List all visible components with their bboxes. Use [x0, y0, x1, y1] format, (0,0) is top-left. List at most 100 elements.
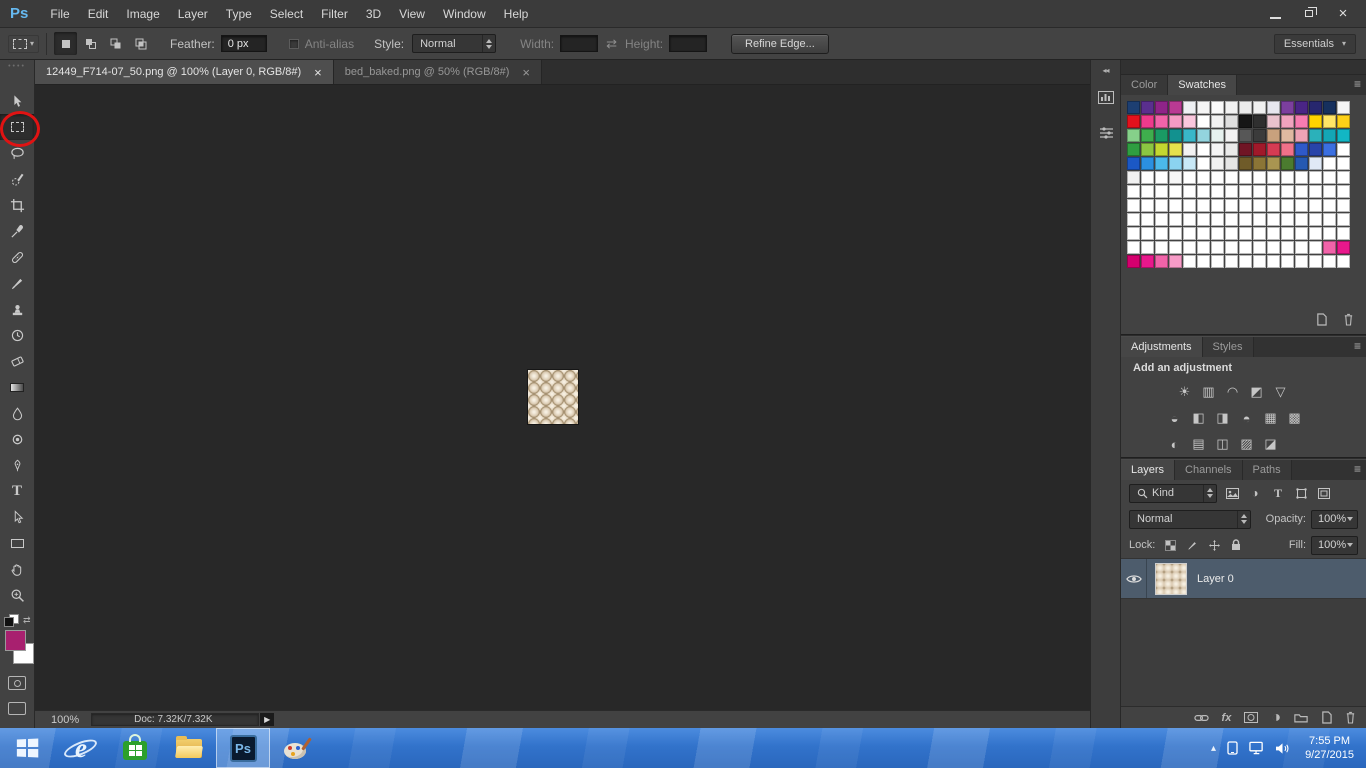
swap-width-height-icon[interactable]: ⇄ [606, 36, 617, 52]
color-swatch[interactable] [1323, 255, 1336, 268]
subtract-from-selection-button[interactable] [104, 32, 127, 55]
color-swatch[interactable] [1281, 227, 1294, 240]
color-swatch[interactable] [1225, 129, 1238, 142]
layers-tab-layers[interactable]: Layers [1121, 460, 1176, 480]
color-swatch[interactable] [1267, 101, 1280, 114]
height-input[interactable] [669, 35, 708, 52]
color-swatch[interactable] [1295, 143, 1308, 156]
color-swatch[interactable] [1225, 227, 1238, 240]
color-swatch[interactable] [1183, 255, 1196, 268]
color-swatch[interactable] [1281, 101, 1294, 114]
lasso-tool[interactable] [0, 140, 34, 166]
feather-input[interactable]: 0 px [220, 35, 267, 52]
color-swatch[interactable] [1183, 129, 1196, 142]
color-swatch[interactable] [1281, 185, 1294, 198]
color-swatch[interactable] [1253, 241, 1266, 254]
color-swatch[interactable] [1337, 115, 1350, 128]
color-swatch[interactable] [1295, 171, 1308, 184]
color-swatch[interactable] [1197, 129, 1210, 142]
color-swatch[interactable] [1281, 115, 1294, 128]
color-swatch[interactable] [1183, 213, 1196, 226]
color-swatch[interactable] [1211, 241, 1224, 254]
lock-all-icon[interactable] [1229, 539, 1243, 551]
network-icon[interactable] [1249, 741, 1264, 755]
gradient-map-icon[interactable]: ◪ [1261, 436, 1280, 453]
menu-select[interactable]: Select [261, 0, 312, 27]
menu-type[interactable]: Type [217, 0, 261, 27]
color-swatch[interactable] [1211, 115, 1224, 128]
spot-healing-brush-tool[interactable] [0, 244, 34, 270]
curves-icon[interactable]: ◠ [1223, 384, 1242, 401]
color-swatch[interactable] [1309, 171, 1322, 184]
color-swatch[interactable] [1169, 101, 1182, 114]
color-swatch[interactable] [1309, 157, 1322, 170]
zoom-tool[interactable] [0, 582, 34, 608]
color-swatch[interactable] [1141, 157, 1154, 170]
device-icon[interactable] [1227, 741, 1238, 755]
new-layer-icon[interactable] [1321, 711, 1332, 724]
color-swatch[interactable] [1225, 213, 1238, 226]
color-swatch[interactable] [1253, 199, 1266, 212]
color-swatch[interactable] [1211, 143, 1224, 156]
link-layers-icon[interactable] [1193, 713, 1209, 723]
color-swatch[interactable] [1239, 115, 1252, 128]
tab-close-icon[interactable]: × [314, 65, 322, 80]
color-swatch[interactable] [1141, 255, 1154, 268]
color-swatch[interactable] [1337, 241, 1350, 254]
color-swatch[interactable] [1127, 199, 1140, 212]
foreground-color-swatch[interactable] [5, 630, 26, 651]
layer-thumbnail[interactable] [1155, 562, 1187, 595]
delete-swatch-button[interactable] [1343, 313, 1354, 326]
color-swatch[interactable] [1239, 101, 1252, 114]
color-swatch[interactable] [1281, 129, 1294, 142]
crop-tool[interactable] [0, 192, 34, 218]
color-swatch[interactable] [1253, 171, 1266, 184]
color-swatch[interactable] [1239, 171, 1252, 184]
color-swatch[interactable] [1155, 227, 1168, 240]
color-swatch[interactable] [1253, 227, 1266, 240]
rectangular-marquee-tool[interactable] [0, 114, 34, 140]
color-swatch[interactable] [1197, 157, 1210, 170]
opacity-input[interactable]: 100% [1311, 509, 1358, 529]
color-swatch[interactable] [1169, 213, 1182, 226]
color-swatch[interactable] [1127, 213, 1140, 226]
lock-image-pixels-icon[interactable] [1185, 540, 1199, 551]
color-swatch[interactable] [1127, 241, 1140, 254]
color-swatch[interactable] [1323, 185, 1336, 198]
color-swatch[interactable] [1211, 129, 1224, 142]
photoshop[interactable]: Ps [216, 728, 270, 768]
color-swatch[interactable] [1253, 129, 1266, 142]
color-swatch[interactable] [1337, 227, 1350, 240]
color-swatch[interactable] [1253, 185, 1266, 198]
color-swatch[interactable] [1155, 157, 1168, 170]
color-swatch[interactable] [1281, 213, 1294, 226]
brightness-contrast-icon[interactable]: ☀ [1175, 384, 1194, 401]
layer-effects-icon[interactable]: fx [1222, 712, 1232, 724]
color-swatch[interactable] [1127, 185, 1140, 198]
color-swatch[interactable] [1281, 157, 1294, 170]
lock-transparent-pixels-icon[interactable] [1163, 539, 1177, 551]
color-swatch[interactable] [1309, 241, 1322, 254]
color-swatch[interactable] [1141, 101, 1154, 114]
menu-edit[interactable]: Edit [79, 0, 118, 27]
default-colors-icon[interactable] [4, 614, 19, 627]
quick-selection-tool[interactable] [0, 166, 34, 192]
color-swatch[interactable] [1281, 143, 1294, 156]
restore-button[interactable] [1302, 7, 1317, 21]
photo-filter-icon[interactable]: ◓ [1237, 410, 1256, 427]
menu-help[interactable]: Help [495, 0, 538, 27]
color-swatch[interactable] [1141, 129, 1154, 142]
add-layer-mask-icon[interactable] [1244, 712, 1259, 723]
status-options-arrow[interactable]: ▶ [260, 713, 275, 726]
panel-menu-icon[interactable]: ≡ [1354, 463, 1361, 475]
style-select[interactable]: Normal [412, 34, 497, 53]
color-swatch[interactable] [1169, 157, 1182, 170]
color-swatch[interactable] [1183, 199, 1196, 212]
menu-image[interactable]: Image [117, 0, 168, 27]
smart-object-filter-icon[interactable] [1316, 487, 1332, 499]
color-swatch[interactable] [1183, 115, 1196, 128]
panel-menu-icon[interactable]: ≡ [1354, 78, 1361, 90]
add-to-selection-button[interactable] [79, 32, 102, 55]
color-balance-icon[interactable]: ◧ [1189, 410, 1208, 427]
pen-tool[interactable] [0, 452, 34, 478]
